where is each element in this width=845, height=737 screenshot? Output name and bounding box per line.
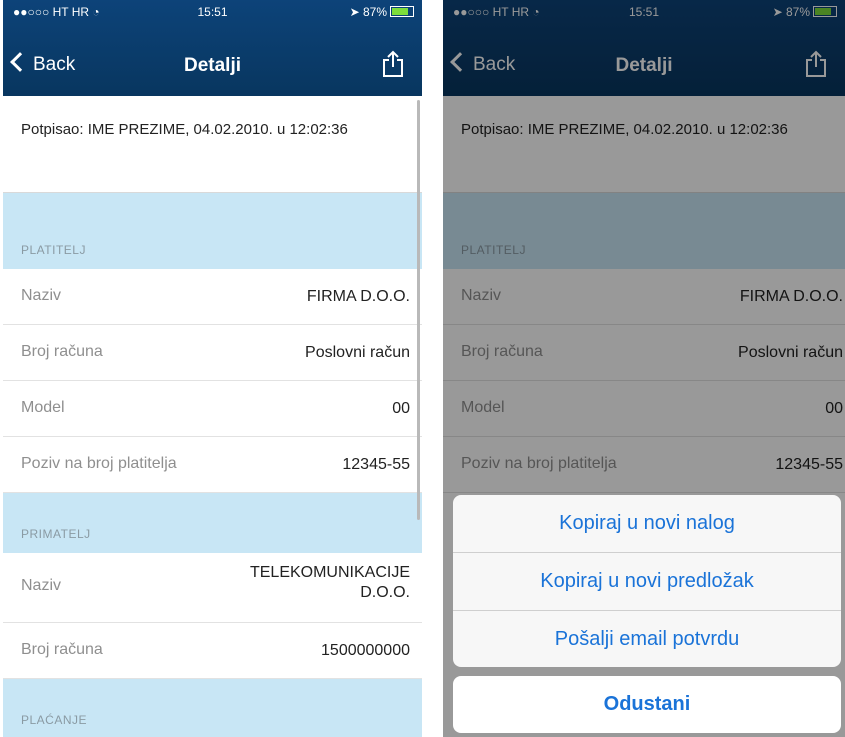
signed-by-text: Potpisao: IME PREZIME, 04.02.2010. u 12:… (3, 96, 422, 193)
row-value: TELEKOMUNIKACIJE D.O.O. (249, 564, 410, 601)
section-title: PRIMATELJ (21, 527, 91, 541)
detail-row: Naziv FIRMA D.O.O. (3, 269, 422, 325)
send-email-confirmation-button[interactable]: Pošalji email potvrdu (453, 611, 841, 667)
scrollbar[interactable] (417, 100, 420, 520)
row-value: 00 (392, 400, 410, 417)
share-icon (383, 50, 403, 77)
section-header-payer: PLATITELJ (3, 193, 422, 269)
row-label: Model (21, 399, 65, 416)
top-bar: ●●○○○ HT HR ◔ 15:51 ➤ 87% Back Detalji (3, 0, 422, 96)
detail-row: Broj računa 1500000000 (3, 623, 422, 679)
screen-details-action-sheet: ●●○○○ HT HR ◔ 15:51 ➤ 87% Back Detalji P… (443, 0, 845, 737)
row-label: Broj računa (21, 641, 103, 658)
screen-details: ●●○○○ HT HR ◔ 15:51 ➤ 87% Back Detalji P… (3, 0, 422, 737)
row-value: FIRMA D.O.O. (306, 288, 410, 305)
copy-new-order-button[interactable]: Kopiraj u novi nalog (453, 495, 841, 553)
row-label: Broj računa (21, 343, 103, 360)
row-label: Naziv (21, 287, 62, 304)
detail-row: Poziv na broj platitelja 12345-55 (3, 437, 422, 493)
nav-bar: Back Detalji (3, 44, 422, 88)
row-value: 12345-55 (342, 456, 410, 473)
page-title: Detalji (183, 55, 242, 76)
share-button[interactable] (382, 50, 404, 83)
location-icon: ➤ (349, 5, 360, 19)
copy-new-template-button[interactable]: Kopiraj u novi predložak (453, 553, 841, 611)
section-title: PLAĆANJE (21, 713, 88, 727)
section-header-payment: PLAĆANJE (3, 679, 422, 737)
battery-percent: 87% (362, 5, 387, 19)
row-label: Naziv (21, 577, 62, 594)
section-title: PLATITELJ (21, 243, 86, 257)
detail-row: Model 00 (3, 381, 422, 437)
detail-row: Naziv TELEKOMUNIKACIJE D.O.O. (3, 553, 422, 623)
row-value: Poslovni račun (305, 344, 410, 361)
row-label: Poziv na broj platitelja (21, 455, 177, 472)
battery-icon (390, 6, 414, 17)
action-sheet: Kopiraj u novi nalog Kopiraj u novi pred… (453, 495, 841, 667)
detail-row: Broj računa Poslovni račun (3, 325, 422, 381)
cancel-button[interactable]: Odustani (453, 676, 841, 733)
battery-status: ➤ 87% (350, 5, 414, 19)
row-value: 1500000000 (321, 642, 410, 659)
status-bar: ●●○○○ HT HR ◔ 15:51 ➤ 87% (3, 0, 422, 22)
details-content[interactable]: Potpisao: IME PREZIME, 04.02.2010. u 12:… (3, 96, 422, 737)
section-header-recipient: PRIMATELJ (3, 493, 422, 553)
